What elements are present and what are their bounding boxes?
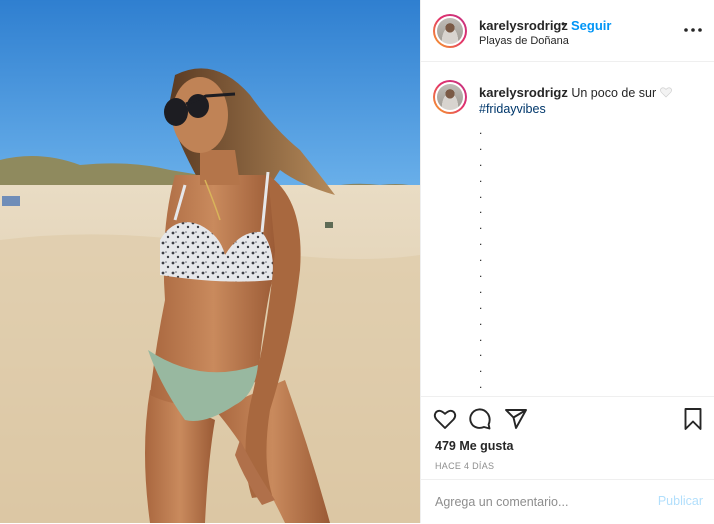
caption-dots: ................. (479, 124, 489, 394)
author-avatar[interactable] (433, 14, 467, 48)
share-icon[interactable] (504, 407, 528, 431)
caption-dot-line: . (479, 281, 483, 296)
caption-dot-line: . (479, 377, 483, 392)
caption-dot-line: . (479, 250, 483, 265)
caption-dot-line: . (479, 202, 483, 217)
caption-dot-line: . (479, 329, 483, 344)
caption-text: Un poco de sur (571, 86, 657, 100)
follow-button[interactable]: Seguir (571, 18, 611, 33)
post-photo[interactable] (0, 0, 420, 523)
post-actions: 479 Me gusta HACE 4 DÍAS Publicar (421, 396, 714, 523)
comment-input[interactable] (435, 492, 645, 512)
likes-count[interactable]: 479 Me gusta (435, 439, 514, 453)
publish-button[interactable]: Publicar (658, 494, 703, 508)
caption-dot-line: . (479, 218, 483, 233)
caption-section: karelysrodrigz Un poco de sur #fridayvib… (421, 62, 714, 396)
caption-dot-line: . (479, 361, 483, 376)
post-caption: karelysrodrigz Un poco de sur #fridayvib… (479, 85, 704, 117)
post-header: karelysrodrigz • Seguir Playas de Doñana (421, 0, 714, 62)
author-username[interactable]: karelysrodrigz (479, 18, 568, 33)
caption-dot-line: . (479, 123, 483, 137)
instagram-post: karelysrodrigz • Seguir Playas de Doñana… (0, 0, 714, 523)
caption-dot-line: . (479, 266, 483, 281)
more-options-icon[interactable] (683, 22, 703, 38)
caption-dot-line: . (479, 154, 483, 169)
caption-dot-line: . (479, 234, 483, 249)
caption-dot-line: . (479, 345, 483, 360)
comment-form: Publicar (421, 479, 714, 524)
white-heart-emoji-icon (659, 87, 672, 98)
caption-username[interactable]: karelysrodrigz (479, 85, 568, 100)
separator-dot: • (561, 17, 566, 31)
beach-photo (0, 0, 420, 523)
caption-dot-line: . (479, 313, 483, 328)
bookmark-icon[interactable] (681, 407, 705, 431)
caption-dot-line: . (479, 138, 483, 153)
post-details-panel: karelysrodrigz • Seguir Playas de Doñana… (420, 0, 714, 523)
caption-author-avatar[interactable] (433, 80, 467, 114)
post-timestamp[interactable]: HACE 4 DÍAS (435, 461, 494, 471)
post-location[interactable]: Playas de Doñana (479, 35, 569, 47)
caption-hashtag[interactable]: #fridayvibes (479, 101, 704, 117)
caption-dot-line: . (479, 170, 483, 185)
caption-dot-line: . (479, 186, 483, 201)
heart-icon[interactable] (433, 407, 457, 431)
caption-dot-line: . (479, 297, 483, 312)
comment-icon[interactable] (468, 407, 492, 431)
